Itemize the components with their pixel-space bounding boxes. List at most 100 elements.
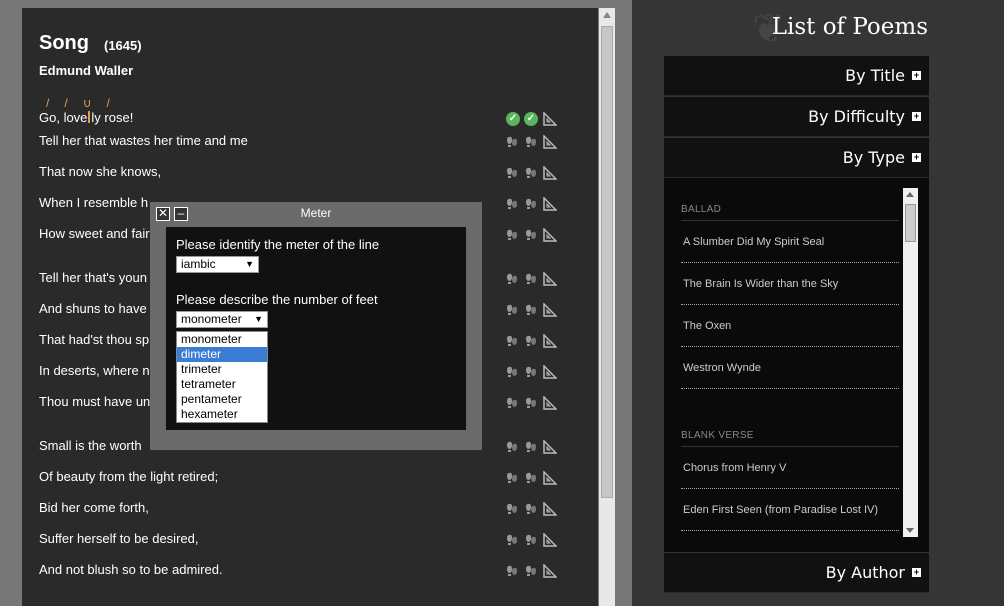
footprint-icon[interactable] [525, 228, 539, 242]
poem-author: Edmund Waller [39, 63, 134, 78]
poem-line-1[interactable]: Go, love ly rose! [39, 110, 133, 125]
divider [681, 220, 899, 221]
divider [681, 346, 899, 347]
dialog-body: Please identify the meter of the line ia… [166, 227, 466, 430]
poem-line[interactable]: Small is the worth [39, 438, 142, 453]
line-icons [506, 440, 566, 456]
line-icons [506, 303, 566, 319]
footprint-icon[interactable] [506, 533, 520, 547]
accordion-by-difficulty[interactable]: By Difficulty + [664, 97, 929, 137]
poem-line[interactable]: And not blush so to be admired. [39, 562, 223, 577]
meter-select-value: iambic [181, 257, 216, 271]
feet-option[interactable]: tetrameter [177, 377, 267, 392]
main-scrollbar[interactable] [599, 8, 615, 606]
feet-option[interactable]: trimeter [177, 362, 267, 377]
poem-line[interactable]: Tell her that wastes her time and me [39, 133, 248, 148]
accordion-by-author[interactable]: By Author + [664, 553, 929, 593]
stress-mark: ∪ [82, 96, 92, 110]
set-square-icon[interactable] [543, 564, 557, 578]
set-square-icon[interactable] [543, 112, 557, 126]
scroll-down-icon[interactable] [906, 528, 914, 533]
poem-line[interactable]: And shuns to have [39, 301, 147, 316]
set-square-icon[interactable] [543, 228, 557, 242]
set-square-icon[interactable] [543, 440, 557, 454]
footprint-icon[interactable] [506, 440, 520, 454]
feet-select[interactable]: monometer ▼ [176, 311, 268, 328]
feet-option[interactable]: pentameter [177, 392, 267, 407]
set-square-icon[interactable] [543, 396, 557, 410]
list-scrollbar[interactable] [903, 188, 918, 537]
line-icons [506, 166, 566, 182]
set-square-icon[interactable] [543, 334, 557, 348]
poem-line[interactable]: In deserts, where n [39, 363, 150, 378]
dialog-titlebar[interactable]: Meter ✕ – [150, 202, 482, 224]
dialog-title: Meter [300, 206, 332, 220]
set-square-icon[interactable] [543, 533, 557, 547]
poem-line[interactable]: Tell her that's youn [39, 270, 147, 285]
meter-select[interactable]: iambic ▼ [176, 256, 259, 273]
footprint-icon[interactable] [506, 228, 520, 242]
footprint-icon[interactable] [506, 334, 520, 348]
footprint-icon[interactable] [506, 135, 520, 149]
scroll-up-icon[interactable] [603, 12, 611, 18]
footprint-icon[interactable] [525, 365, 539, 379]
poem-line[interactable]: When I resemble h [39, 195, 148, 210]
set-square-icon[interactable] [543, 365, 557, 379]
poem-line[interactable]: Suffer herself to be desired, [39, 531, 198, 546]
poem-link[interactable]: Chorus from Henry V [683, 462, 786, 474]
poem-link[interactable]: The Oxen [683, 320, 731, 332]
feet-option[interactable]: monometer [177, 332, 267, 347]
poem-line[interactable]: That had'st thou sp [39, 332, 149, 347]
footprint-icon[interactable] [525, 502, 539, 516]
feet-option[interactable]: hexameter [177, 407, 267, 422]
set-square-icon[interactable] [543, 197, 557, 211]
footprint-icon[interactable] [525, 303, 539, 317]
set-square-icon[interactable] [543, 135, 557, 149]
set-square-icon[interactable] [543, 166, 557, 180]
poem-line[interactable]: How sweet and fair [39, 226, 150, 241]
set-square-icon[interactable] [543, 303, 557, 317]
scroll-thumb[interactable] [905, 204, 916, 242]
footprint-icon[interactable] [525, 272, 539, 286]
footprint-icon[interactable] [506, 396, 520, 410]
footprint-icon[interactable] [506, 471, 520, 485]
feet-option-highlighted[interactable]: dimeter [177, 347, 267, 362]
line-icons [506, 502, 566, 518]
plus-icon: + [912, 567, 921, 577]
accordion-by-type[interactable]: By Type + [664, 138, 929, 178]
set-square-icon[interactable] [543, 502, 557, 516]
footprint-icon[interactable] [506, 365, 520, 379]
set-square-icon[interactable] [543, 471, 557, 485]
divider [681, 262, 899, 263]
footprint-icon[interactable] [506, 564, 520, 578]
footprint-icon[interactable] [525, 471, 539, 485]
close-button[interactable]: ✕ [156, 207, 170, 221]
footprint-icon[interactable] [525, 564, 539, 578]
footprint-icon[interactable] [525, 135, 539, 149]
footprint-icon[interactable] [506, 502, 520, 516]
poem-link[interactable]: The Brain Is Wider than the Sky [683, 278, 838, 290]
footprint-icon[interactable] [525, 533, 539, 547]
poem-link[interactable]: A Slumber Did My Spirit Seal [683, 236, 824, 248]
footprint-icon[interactable] [525, 197, 539, 211]
poem-type-list: BALLAD A Slumber Did My Spirit Seal The … [664, 178, 929, 552]
footprint-icon[interactable] [506, 197, 520, 211]
footprint-icon[interactable] [506, 303, 520, 317]
poem-link[interactable]: Westron Wynde [683, 362, 761, 374]
minimize-button[interactable]: – [174, 207, 188, 221]
poem-line[interactable]: Thou must have un [39, 394, 150, 409]
set-square-icon[interactable] [543, 272, 557, 286]
scroll-thumb[interactable] [601, 26, 613, 498]
poem-link[interactable]: Eden First Seen (from Paradise Lost IV) [683, 504, 878, 516]
footprint-icon[interactable] [525, 334, 539, 348]
footprint-icon[interactable] [506, 166, 520, 180]
footprint-icon[interactable] [525, 396, 539, 410]
footprint-icon[interactable] [506, 272, 520, 286]
footprint-icon[interactable] [525, 166, 539, 180]
poem-line[interactable]: Of beauty from the light retired; [39, 469, 218, 484]
footprint-icon[interactable] [525, 440, 539, 454]
poem-line[interactable]: Bid her come forth, [39, 500, 149, 515]
scroll-up-icon[interactable] [906, 192, 914, 197]
poem-line[interactable]: That now she knows, [39, 164, 161, 179]
accordion-by-title[interactable]: By Title + [664, 56, 929, 96]
